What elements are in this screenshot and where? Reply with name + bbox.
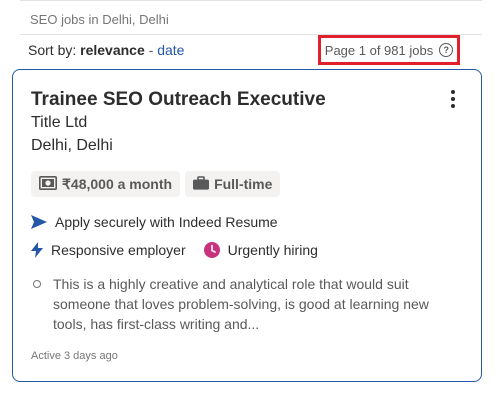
sort-label: Sort by:: [28, 42, 77, 58]
apply-note-row: Apply securely with Indeed Resume: [31, 214, 278, 230]
job-location: Delhi, Delhi: [31, 137, 113, 154]
job-type-text: Full-time: [214, 176, 273, 192]
job-type-chip: Full-time: [185, 171, 281, 197]
search-breadcrumb: SEO jobs in Delhi, Delhi: [30, 12, 169, 27]
employer-badges-row: Responsive employer Urgently hiring: [31, 242, 318, 258]
page-count-highlight: Page 1 of 981 jobs ?: [318, 35, 460, 65]
sort-option-relevance: relevance: [80, 42, 145, 58]
top-divider: [20, 0, 482, 1]
posted-date: Active 3 days ago: [31, 350, 118, 362]
page-count-text: Page 1 of 981 jobs: [324, 42, 434, 58]
salary-chip: ₹48,000 a month: [31, 171, 181, 197]
more-options-icon[interactable]: [451, 90, 457, 108]
company-name: Title Ltd: [31, 114, 88, 131]
question-circle-icon[interactable]: ?: [439, 43, 454, 57]
clock-icon: [203, 242, 220, 258]
money-icon: [39, 175, 57, 193]
sort-control: Sort by: relevance - date: [28, 42, 184, 58]
job-card[interactable]: Trainee SEO Outreach Executive Title Ltd…: [12, 69, 482, 382]
urgently-hiring-badge: Urgently hiring: [203, 242, 318, 258]
job-title[interactable]: Trainee SEO Outreach Executive: [31, 89, 326, 111]
briefcase-icon: [193, 175, 210, 193]
salary-text: ₹48,000 a month: [62, 175, 173, 192]
bullet-icon: [33, 280, 41, 288]
job-snippet: This is a highly creative and analytical…: [31, 274, 451, 334]
lightning-bolt-icon: [31, 242, 43, 258]
job-snippet-text: This is a highly creative and analytical…: [53, 276, 429, 332]
apply-note-text: Apply securely with Indeed Resume: [55, 214, 278, 230]
send-arrow-icon: [31, 215, 47, 229]
job-attributes: ₹48,000 a month Full-time: [31, 171, 281, 197]
sort-separator: -: [148, 42, 154, 58]
responsive-employer-text: Responsive employer: [51, 242, 186, 258]
sort-option-date-link[interactable]: date: [157, 42, 184, 58]
urgently-hiring-text: Urgently hiring: [227, 242, 318, 258]
